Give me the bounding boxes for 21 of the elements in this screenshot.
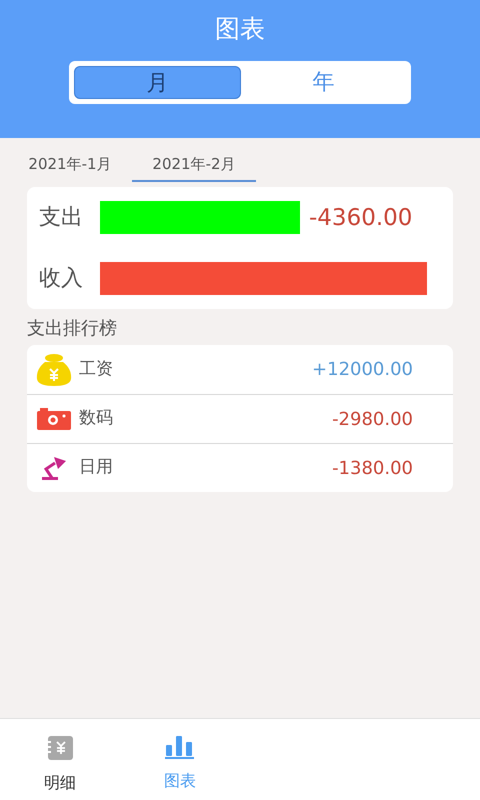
category-name: 工资 bbox=[79, 358, 113, 381]
month-tab[interactable]: 2021年-1月 bbox=[8, 148, 132, 182]
category-name: 数码 bbox=[79, 407, 113, 430]
money-bag-icon bbox=[35, 352, 73, 386]
summary-label: 支出 bbox=[39, 204, 84, 232]
camera-icon bbox=[37, 408, 71, 430]
category-amount: +12000.00 bbox=[312, 358, 413, 382]
ranking-title: 支出排行榜 bbox=[27, 317, 118, 341]
ranking-row[interactable]: 日用 -1380.00 bbox=[27, 443, 453, 492]
page-title: 图表 bbox=[215, 13, 265, 45]
summary-label: 收入 bbox=[39, 265, 84, 293]
ranking-row[interactable]: 工资 +12000.00 bbox=[27, 345, 453, 394]
period-tab[interactable]: 月 bbox=[74, 66, 241, 98]
ranking-row[interactable]: 数码 -2980.00 bbox=[27, 394, 453, 443]
category-amount: -2980.00 bbox=[332, 408, 413, 432]
category-amount: -1380.00 bbox=[332, 456, 413, 480]
desk-lamp-icon bbox=[40, 455, 68, 481]
month-tab[interactable]: 2021年-2月 bbox=[132, 148, 256, 182]
category-name: 日用 bbox=[79, 456, 113, 480]
summary-amount: -4360.00 bbox=[309, 204, 412, 233]
nav-tab[interactable]: 明细 bbox=[0, 719, 120, 800]
